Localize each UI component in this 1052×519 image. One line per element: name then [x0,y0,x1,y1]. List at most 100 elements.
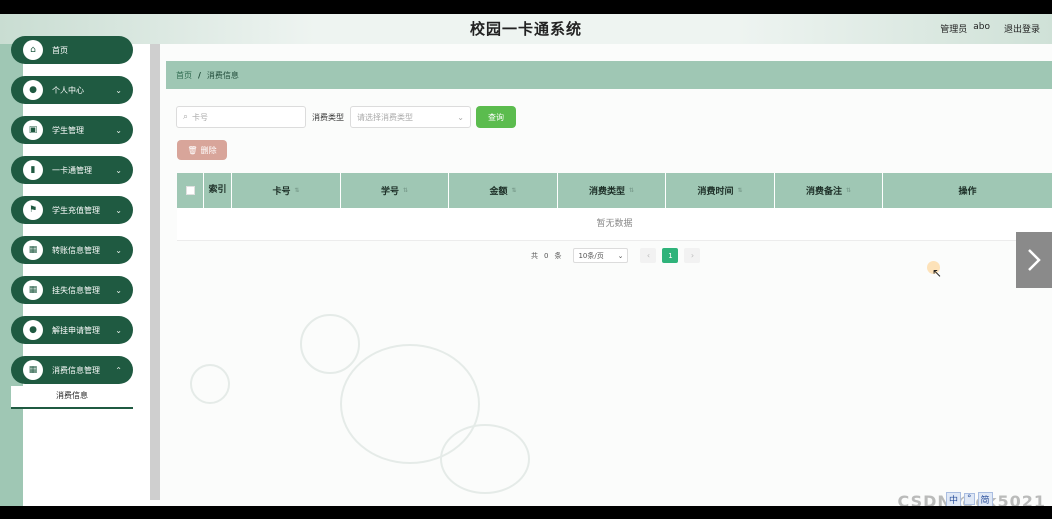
breadcrumb-home[interactable]: 首页 [176,70,192,81]
query-button[interactable]: 查询 [476,106,516,128]
select-all-cell [177,173,204,208]
column-header-card-number[interactable]: 卡号 ⇅ [232,173,341,208]
home-icon: ⌂ [23,40,43,60]
chevron-down-icon: ⌄ [115,205,122,215]
chevron-down-icon: ⌄ [115,125,122,135]
user-info: 管理员 abo [940,22,990,35]
pagination: 共 0 条 10条/页 ⌄ ‹ 1 › [531,248,701,263]
page-size-value: 10条/页 [578,251,604,260]
sidebar-item-label: 个人中心 [52,85,84,95]
column-header-label: 卡号 [272,187,291,197]
current-page-button[interactable]: 1 [662,248,679,263]
sort-icon: ⇅ [511,187,517,194]
sidebar: ⌂ 首页 ● 个人中心 ⌄ ▣ 学生管理 ⌄ ▮ 一卡通管理 ⌄ ⚑ 学生充值管… [0,36,150,506]
chevron-right-icon [1028,249,1041,271]
bag-icon: ▣ [23,120,43,140]
chart-icon: ▮ [23,160,43,180]
data-table: 索引 卡号 ⇅ 学号 ⇅ 金额 ⇅ 消费类型 ⇅ 消费时间 ⇅ 消费备注 ⇅ 操作 暂无数据 [177,173,1052,241]
grid-icon: ▦ [23,280,43,300]
empty-placeholder: 暂无数据 [177,208,1052,241]
sidebar-item-card-management[interactable]: ▮ 一卡通管理 ⌄ [11,156,133,184]
chevron-down-icon: ⌄ [617,251,624,260]
grid-icon: ▦ [23,360,43,380]
column-header-index: 索引 [204,173,232,208]
column-header-type[interactable]: 消费类型 ⇅ [558,173,666,208]
card-number-input[interactable]: ⌕ 卡号 [176,106,306,128]
username: abo [973,22,990,32]
sidebar-item-label: 首页 [52,45,68,55]
column-header-actions: 操作 [958,187,977,197]
trash-icon: 🗑 [187,145,198,155]
chevron-down-icon: ⌄ [115,165,122,175]
column-header-amount[interactable]: 金额 ⇅ [449,173,558,208]
total-prefix: 共 [531,251,538,260]
consumption-type-placeholder: 请选择消费类型 [357,112,413,122]
page-size-select[interactable]: 10条/页 ⌄ [573,248,629,263]
sidebar-item-recharge-management[interactable]: ⚑ 学生充值管理 ⌄ [11,196,133,224]
ime-mode-zh[interactable]: 中 [946,491,962,506]
chevron-down-icon: ⌄ [115,85,122,95]
consumption-type-label: 消费类型 [312,112,344,122]
consumption-type-select[interactable]: 请选择消费类型 ⌄ [350,106,471,128]
sort-icon: ⇅ [294,187,300,194]
app-title: 校园一卡通系统 [469,20,582,38]
column-header-label: 金额 [489,187,508,197]
chevron-up-icon: ⌃ [115,365,122,375]
main-content: 首页 / 消费信息 ⌕ 卡号 消费类型 请选择消费类型 ⌄ 查询 🗑 删除 索引… [160,44,1052,506]
sidebar-item-student-management[interactable]: ▣ 学生管理 ⌄ [11,116,133,144]
ime-punct[interactable]: ° [964,493,975,505]
chevron-down-icon: ⌄ [457,112,464,122]
sidebar-item-loss-management[interactable]: ▦ 挂失信息管理 ⌄ [11,276,133,304]
background-decoration [300,314,360,374]
chevron-down-icon: ⌄ [115,245,122,255]
sort-icon: ⇅ [628,187,635,194]
card-number-placeholder: 卡号 [192,112,209,122]
user-icon: ● [23,80,43,100]
column-header-label: 消费时间 [697,187,734,197]
ime-toolbar[interactable]: 中 ° 简 [946,491,1046,506]
sidebar-item-label: 一卡通管理 [52,165,92,175]
column-header-remark[interactable]: 消费备注 ⇅ [775,173,883,208]
column-header-time[interactable]: 消费时间 ⇅ [666,173,775,208]
breadcrumb: 首页 / 消费信息 [166,61,1052,89]
delete-label: 删除 [200,145,217,155]
grid-icon: ▦ [23,240,43,260]
prev-page-button[interactable]: ‹ [640,248,657,263]
sidebar-item-home[interactable]: ⌂ 首页 [11,36,133,64]
sidebar-item-unlock-management[interactable]: ● 解挂申请管理 ⌄ [11,316,133,344]
column-header-label: 消费类型 [588,187,625,197]
user-role: 管理员 [940,25,968,35]
sidebar-item-label: 学生管理 [52,125,84,135]
column-header-label: 学号 [380,187,399,197]
sidebar-item-label: 转账信息管理 [52,245,100,255]
mouse-cursor-icon: ↖ [932,266,943,280]
search-icon: ⌕ [183,112,189,122]
column-header-student-id[interactable]: 学号 ⇅ [341,173,449,208]
select-all-checkbox[interactable] [185,186,195,195]
sidebar-item-transfer-management[interactable]: ▦ 转账信息管理 ⌄ [11,236,133,264]
sidebar-item-personal-center[interactable]: ● 个人中心 ⌄ [11,76,133,104]
chevron-down-icon: ⌄ [115,325,122,335]
sort-icon: ⇅ [737,187,743,194]
sidebar-subitem-consumption-info[interactable]: 消费信息 [11,386,133,409]
ime-simplified[interactable]: 简 [977,491,993,506]
delete-button[interactable]: 🗑 删除 [177,140,227,160]
top-bar: 校园一卡通系统 管理员 abo 退出登录 [0,14,1052,44]
sidebar-item-label: 解挂申请管理 [52,325,100,335]
logout-button[interactable]: 退出登录 [1004,22,1040,35]
sidebar-background [23,44,150,506]
breadcrumb-separator: / [198,70,201,80]
next-page-button[interactable]: › [684,248,701,263]
sidebar-scrollbar[interactable] [150,44,160,500]
total-count: 0 [544,251,549,260]
next-slide-arrow[interactable] [1016,232,1052,288]
chevron-down-icon: ⌄ [115,285,122,295]
breadcrumb-current: 消费信息 [206,70,239,80]
user-area: 管理员 abo 退出登录 [940,22,1040,35]
sidebar-item-consumption-management[interactable]: ▦ 消费信息管理 ⌃ [11,356,133,384]
background-decoration [190,364,230,404]
column-header-label: 消费备注 [805,187,842,197]
sidebar-item-label: 挂失信息管理 [52,285,100,295]
background-decoration [440,424,530,494]
sort-icon: ⇅ [402,187,409,194]
